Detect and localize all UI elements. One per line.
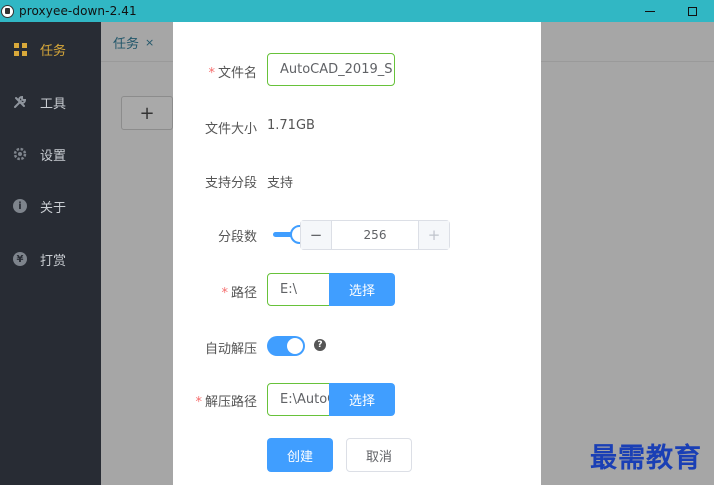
tab-label: 任务 — [113, 37, 140, 52]
segment-support-label: 支持分段 — [204, 176, 257, 191]
grid-icon — [13, 42, 27, 56]
sidebar-item-label: 设置 — [40, 148, 67, 164]
cancel-button[interactable]: 取消 — [346, 438, 412, 472]
filesize-value: 1.71GB — [267, 118, 315, 133]
minimize-button[interactable] — [628, 0, 671, 22]
watermark: 最需教育 — [590, 443, 702, 474]
unzip-path-select-button[interactable]: 选择 — [329, 383, 395, 416]
segments-input[interactable]: 256 — [332, 221, 418, 249]
maximize-button[interactable] — [671, 0, 714, 22]
path-select-button[interactable]: 选择 — [329, 273, 395, 306]
path-input[interactable]: E:\ — [267, 273, 333, 306]
sidebar-item-about[interactable]: i 关于 — [0, 191, 101, 221]
filename-label: * 文件名 — [208, 66, 257, 81]
sidebar-item-label: 关于 — [40, 200, 67, 216]
close-icon[interactable]: × — [145, 36, 154, 49]
unzip-path-input[interactable]: E:\AutoC — [267, 383, 333, 416]
gear-icon — [13, 147, 27, 161]
tab-tasks[interactable]: 任务 × — [113, 33, 154, 52]
decrement-button[interactable]: − — [301, 221, 332, 249]
help-icon[interactable]: ? — [314, 339, 326, 351]
segments-label: 分段数 — [217, 230, 257, 245]
segments-stepper: − 256 + — [300, 220, 450, 250]
add-task-button[interactable]: + — [121, 96, 173, 130]
app-icon — [1, 4, 14, 18]
filename-input[interactable]: AutoCAD_2019_S — [267, 53, 395, 86]
sidebar-item-settings[interactable]: 设置 — [0, 139, 101, 169]
unzip-path-label: * 解压路径 — [195, 395, 257, 410]
maximize-icon — [688, 6, 697, 16]
sidebar-item-label: 打赏 — [40, 253, 67, 269]
segment-support-value: 支持 — [267, 176, 294, 191]
path-label: * 路径 — [221, 286, 257, 301]
new-task-dialog: * 文件名 AutoCAD_2019_S 文件大小 1.71GB 支持分段 支持 … — [173, 22, 541, 485]
window-title: proxyee-down-2.41 — [19, 4, 137, 18]
sidebar-item-tasks[interactable]: 任务 — [0, 34, 101, 64]
title-bar: proxyee-down-2.41 — [0, 0, 714, 22]
create-button[interactable]: 创建 — [267, 438, 333, 472]
wrench-icon — [13, 95, 27, 109]
minimize-icon — [644, 10, 655, 12]
sidebar-item-donate[interactable]: ¥ 打赏 — [0, 244, 101, 274]
increment-button[interactable]: + — [418, 221, 449, 249]
auto-unzip-label: 自动解压 — [204, 342, 257, 357]
sidebar-item-label: 工具 — [40, 96, 67, 112]
sidebar: 任务 工具 设置 i 关于 ¥ 打赏 — [0, 22, 101, 485]
yen-icon: ¥ — [13, 252, 27, 266]
filesize-label: 文件大小 — [204, 122, 257, 137]
window-controls — [628, 0, 714, 22]
info-icon: i — [13, 199, 27, 213]
sidebar-item-tools[interactable]: 工具 — [0, 87, 101, 117]
sidebar-item-label: 任务 — [40, 43, 67, 59]
auto-unzip-toggle[interactable] — [267, 336, 305, 356]
